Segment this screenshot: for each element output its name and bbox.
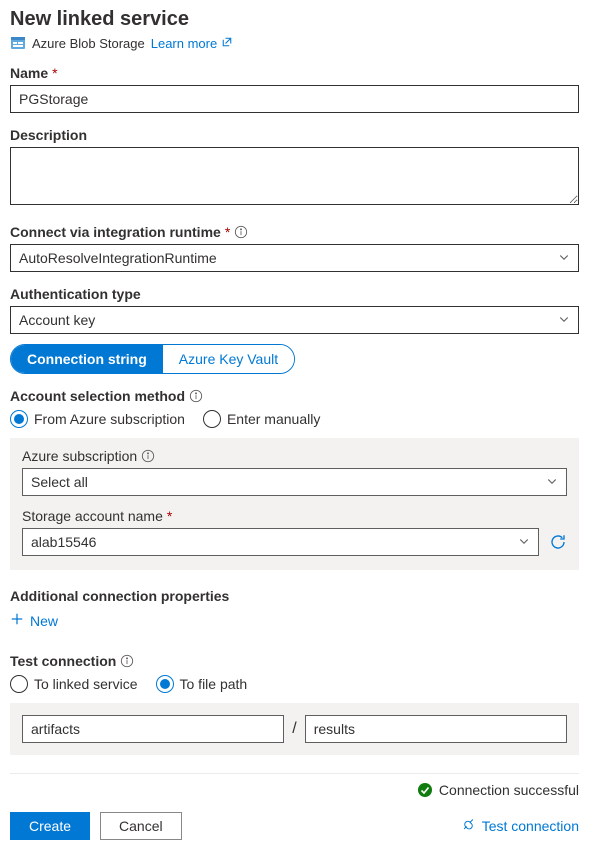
subscription-select[interactable]: Select all	[22, 468, 567, 496]
runtime-label: Connect via integration runtime*	[10, 224, 579, 240]
storage-label: Storage account name *	[22, 508, 567, 524]
description-input[interactable]	[10, 147, 579, 205]
subscription-subpanel: Azure subscription Select all Storage ac…	[10, 438, 579, 570]
container-input[interactable]	[22, 715, 284, 743]
path-separator: /	[292, 720, 296, 738]
additional-props-label: Additional connection properties	[10, 588, 579, 604]
connection-status: Connection successful	[10, 782, 579, 798]
external-link-icon	[221, 36, 233, 51]
radio-from-subscription[interactable]: From Azure subscription	[10, 410, 185, 428]
create-button[interactable]: Create	[10, 812, 90, 840]
auth-type-label: Authentication type	[10, 286, 579, 302]
service-type-label: Azure Blob Storage	[32, 36, 145, 51]
test-connection-radios: To linked service To file path	[10, 675, 579, 693]
radio-enter-manually[interactable]: Enter manually	[203, 410, 320, 428]
learn-more-link[interactable]: Learn more	[151, 36, 233, 51]
subscription-label: Azure subscription	[22, 448, 567, 464]
tab-azure-key-vault[interactable]: Azure Key Vault	[163, 345, 294, 373]
auth-type-select[interactable]: Account key	[10, 306, 579, 334]
plug-icon	[461, 817, 476, 835]
success-icon	[417, 782, 433, 798]
runtime-select[interactable]: AutoResolveIntegrationRuntime	[10, 244, 579, 272]
account-method-label: Account selection method	[10, 388, 579, 404]
file-path-row: /	[10, 703, 579, 755]
footer-separator	[10, 773, 579, 774]
credential-source-toggle: Connection string Azure Key Vault	[10, 344, 295, 374]
radio-to-file-path[interactable]: To file path	[156, 675, 248, 693]
chevron-down-icon	[546, 474, 558, 490]
blob-storage-icon	[10, 35, 26, 51]
footer-buttons: Create Cancel Test connection	[10, 812, 579, 840]
panel-title: New linked service	[10, 8, 579, 31]
chevron-down-icon	[558, 312, 570, 328]
service-type-row: Azure Blob Storage Learn more	[10, 35, 579, 51]
cancel-button[interactable]: Cancel	[100, 812, 182, 840]
test-connection-label: Test connection	[10, 653, 579, 669]
add-property-button[interactable]: New	[10, 612, 58, 629]
info-icon[interactable]	[141, 449, 155, 463]
info-icon[interactable]	[120, 654, 134, 668]
storage-account-select[interactable]: alab15546	[22, 528, 539, 556]
refresh-icon[interactable]	[549, 533, 567, 551]
plus-icon	[10, 612, 24, 629]
info-icon[interactable]	[234, 225, 248, 239]
radio-to-linked-service[interactable]: To linked service	[10, 675, 138, 693]
tab-connection-string[interactable]: Connection string	[11, 345, 163, 373]
name-label: Name*	[10, 65, 579, 81]
chevron-down-icon	[558, 250, 570, 266]
folder-input[interactable]	[305, 715, 567, 743]
info-icon[interactable]	[189, 389, 203, 403]
description-label: Description	[10, 127, 579, 143]
chevron-down-icon	[518, 534, 530, 550]
account-method-radios: From Azure subscription Enter manually	[10, 410, 579, 428]
linked-service-panel: New linked service Azure Blob Storage Le…	[0, 0, 589, 850]
name-input[interactable]	[10, 85, 579, 113]
test-connection-button[interactable]: Test connection	[461, 817, 579, 835]
